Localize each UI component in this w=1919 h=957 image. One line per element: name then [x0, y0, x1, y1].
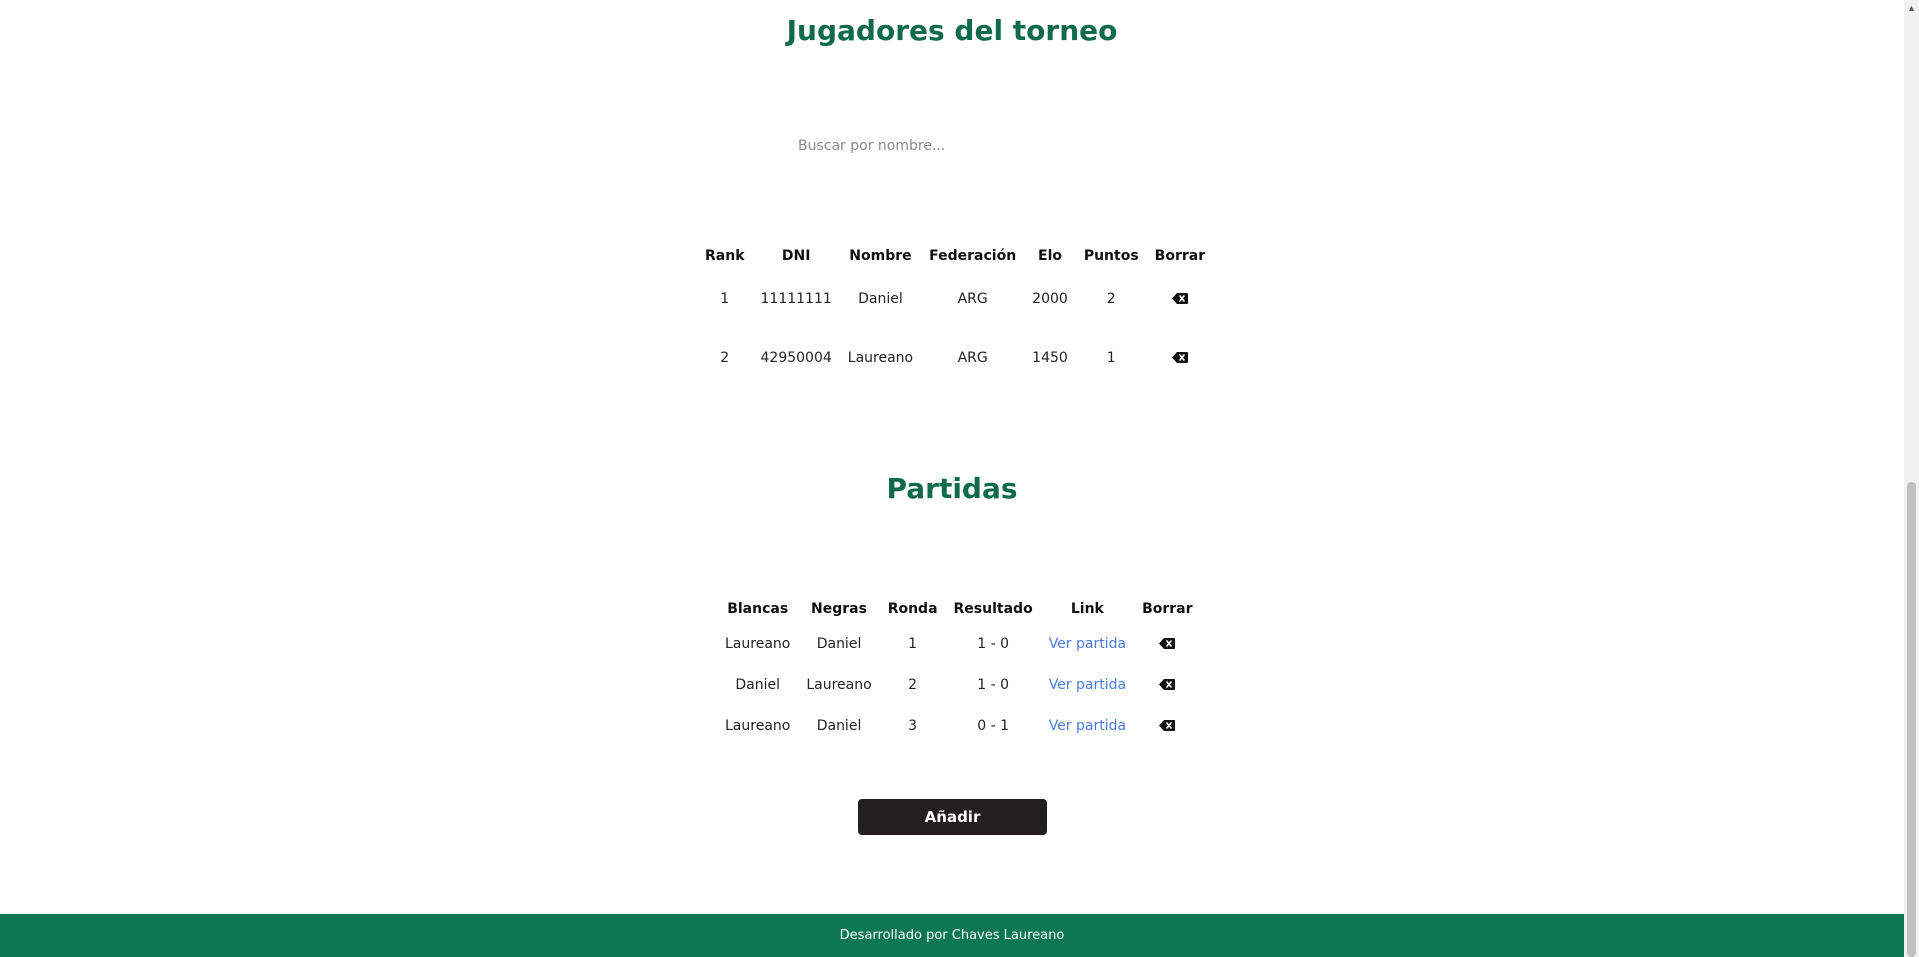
games-header-row: Blancas Negras Ronda Resultado Link Borr…: [717, 595, 1201, 623]
game-white: Laureano: [725, 717, 791, 734]
player-name: Daniel: [858, 290, 903, 307]
view-game-link[interactable]: Ver partida: [1049, 636, 1126, 652]
scroll-up-arrow-icon[interactable]: ▴: [1907, 4, 1916, 14]
col-rank: Rank: [705, 248, 745, 264]
game-result: 1 - 0: [977, 635, 1009, 652]
player-points: 2: [1106, 290, 1116, 307]
game-black: Daniel: [816, 717, 862, 734]
col-resultado: Resultado: [953, 601, 1033, 617]
footer: Desarrollado por Chaves Laureano: [0, 914, 1904, 957]
scrollbar-thumb[interactable]: [1907, 482, 1916, 957]
delete-game-button[interactable]: [1134, 705, 1200, 746]
game-result: 0 - 1: [977, 717, 1009, 734]
game-white: Laureano: [725, 635, 791, 652]
vertical-scrollbar[interactable]: ▴: [1904, 0, 1919, 957]
add-game-button[interactable]: Añadir: [858, 799, 1047, 835]
delete-backspace-icon[interactable]: [1159, 720, 1176, 731]
col-ronda: Ronda: [887, 601, 938, 617]
delete-game-button[interactable]: [1134, 664, 1200, 705]
player-name: Laureano: [847, 349, 914, 366]
delete-backspace-icon[interactable]: [1171, 352, 1188, 363]
col-dni: DNI: [781, 248, 811, 264]
table-row: Laureano Daniel 1 1 - 0 Ver partida: [717, 623, 1201, 664]
players-title: Jugadores del torneo: [786, 14, 1118, 47]
player-elo: 2000: [1032, 290, 1068, 307]
game-round: 1: [908, 635, 918, 652]
players-header-row: Rank DNI Nombre Federación Elo Puntos Bo…: [697, 243, 1213, 269]
table-row: 1 11111111 Daniel ARG 2000 2: [697, 269, 1213, 328]
col-link: Link: [1070, 601, 1104, 617]
col-borrar: Borrar: [1142, 601, 1193, 617]
delete-player-button[interactable]: [1147, 269, 1213, 328]
player-dni: 42950004: [760, 349, 832, 366]
games-title: Partidas: [886, 472, 1018, 505]
player-points: 1: [1106, 349, 1116, 366]
table-row: 2 42950004 Laureano ARG 1450 1: [697, 328, 1213, 387]
game-black: Laureano: [806, 676, 872, 693]
view-game-link[interactable]: Ver partida: [1049, 677, 1126, 693]
col-borrar: Borrar: [1154, 248, 1206, 264]
games-table: Blancas Negras Ronda Resultado Link Borr…: [717, 595, 1201, 746]
table-row: Daniel Laureano 2 1 - 0 Ver partida: [717, 664, 1201, 705]
col-federacion: Federación: [929, 248, 1017, 264]
page: Jugadores del torneo Rank DNI Nombre Fed…: [0, 0, 1904, 957]
player-rank: 2: [720, 349, 730, 366]
player-federation: ARG: [957, 290, 988, 307]
delete-backspace-icon[interactable]: [1171, 293, 1188, 304]
players-table: Rank DNI Nombre Federación Elo Puntos Bo…: [697, 243, 1213, 387]
game-round: 3: [908, 717, 918, 734]
delete-backspace-icon[interactable]: [1159, 679, 1176, 690]
col-elo: Elo: [1038, 248, 1062, 264]
delete-backspace-icon[interactable]: [1159, 638, 1176, 649]
game-result: 1 - 0: [977, 676, 1009, 693]
game-round: 2: [908, 676, 918, 693]
search-input[interactable]: [784, 129, 1124, 163]
col-puntos: Puntos: [1083, 248, 1139, 264]
player-dni: 11111111: [760, 290, 832, 307]
player-federation: ARG: [957, 349, 988, 366]
col-negras: Negras: [811, 601, 867, 617]
delete-game-button[interactable]: [1134, 623, 1200, 664]
game-white: Daniel: [735, 676, 780, 693]
player-elo: 1450: [1032, 349, 1068, 366]
col-blancas: Blancas: [727, 601, 789, 617]
game-black: Daniel: [816, 635, 862, 652]
view-game-link[interactable]: Ver partida: [1049, 718, 1126, 734]
delete-player-button[interactable]: [1147, 328, 1213, 387]
player-rank: 1: [720, 290, 730, 307]
col-nombre: Nombre: [849, 248, 912, 264]
table-row: Laureano Daniel 3 0 - 1 Ver partida: [717, 705, 1201, 746]
